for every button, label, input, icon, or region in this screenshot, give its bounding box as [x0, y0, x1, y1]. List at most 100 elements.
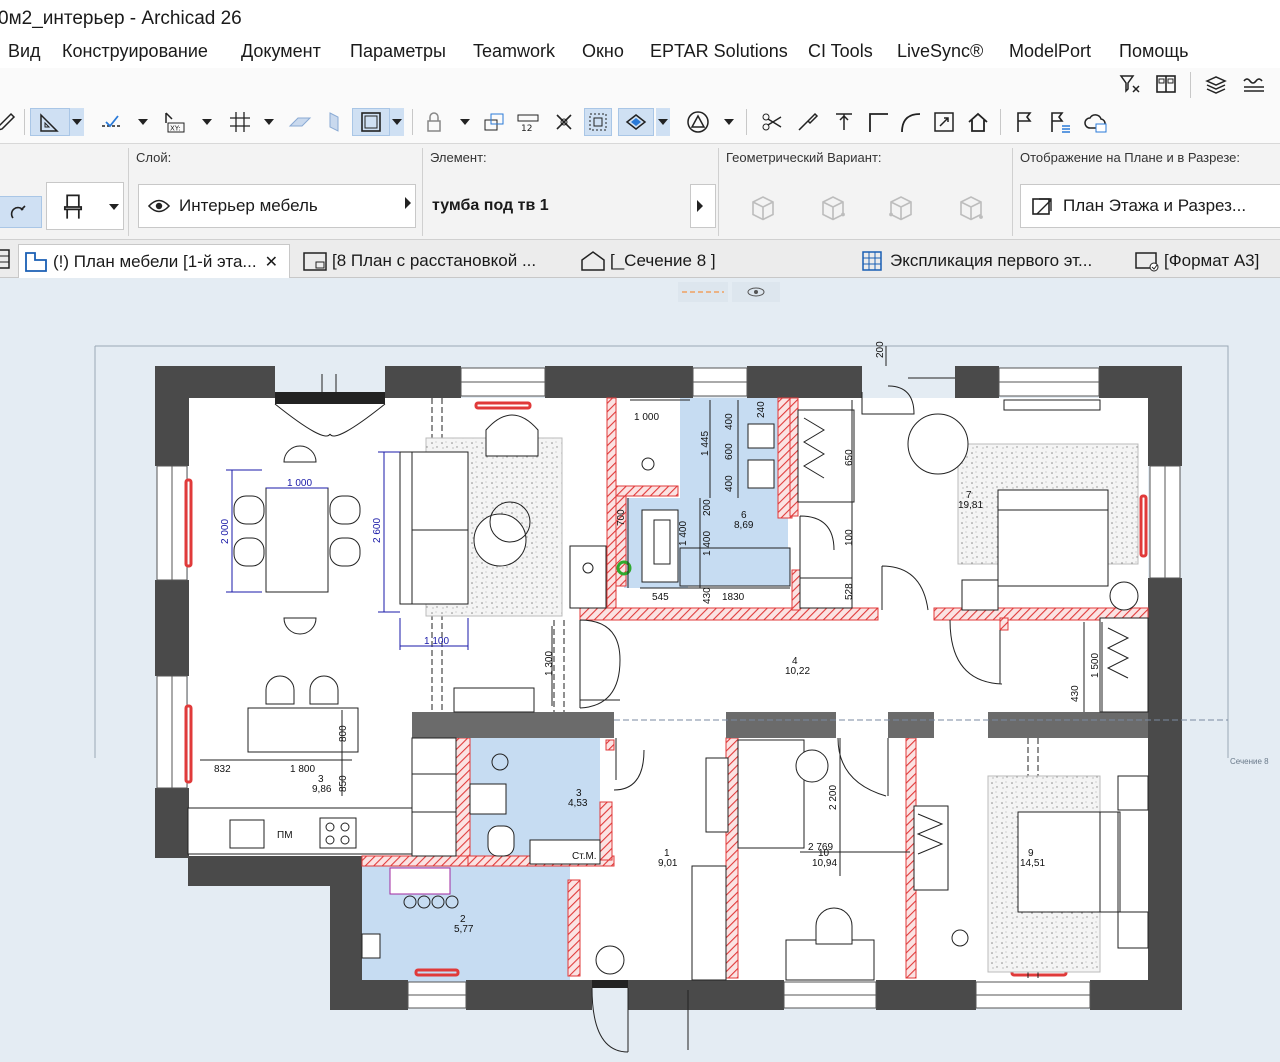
favorites-icon[interactable]	[0, 196, 42, 228]
room-9-area: 14,51	[1020, 858, 1045, 869]
cloud-icon[interactable]	[1082, 108, 1110, 136]
internal-walls	[412, 712, 1148, 738]
bidet[interactable]	[747, 459, 775, 489]
tab-section[interactable]: [_Сечение 8 ]	[576, 244, 846, 278]
menu-modelport[interactable]: ModelPort	[1009, 41, 1091, 62]
double-bed-1[interactable]	[997, 489, 1109, 587]
washer-label: Ст.М.	[572, 851, 597, 862]
geometry-corner-icon[interactable]	[954, 190, 988, 224]
guide-lines-icon[interactable]	[30, 108, 70, 136]
offset-icon[interactable]	[830, 108, 858, 136]
cooktop[interactable]	[319, 817, 357, 849]
element-name-next[interactable]	[690, 184, 716, 228]
layers-icon[interactable]	[1202, 70, 1230, 98]
close-icon[interactable]: ✕	[265, 252, 278, 272]
pencil-icon[interactable]	[0, 108, 20, 136]
tab-layout-plan[interactable]: [8 План с расстановкой ...	[298, 244, 562, 278]
lock-icon[interactable]	[420, 108, 448, 136]
marquee-icon[interactable]	[352, 108, 390, 136]
room-3-area: 9,86	[312, 784, 332, 795]
guide-lines-dropdown[interactable]	[70, 108, 84, 136]
menu-view[interactable]: Вид	[8, 41, 41, 62]
group-icon[interactable]	[584, 108, 612, 136]
tab-format-a3[interactable]: [Формат А3]	[1130, 244, 1280, 278]
trace-icon[interactable]	[480, 108, 508, 136]
display-label: Отображение на Плане и в Разрезе:	[1020, 150, 1240, 165]
floor-plan-drawing[interactable]: 1 000 2 000 2 600 1 100 ПМ Ст.М. 200 1 0…	[0, 278, 1280, 1062]
flag-icon[interactable]	[1010, 108, 1038, 136]
view-toggle[interactable]	[678, 282, 780, 302]
waves-icon[interactable]	[1240, 70, 1268, 98]
cross-icon[interactable]	[550, 108, 578, 136]
section-marker[interactable]: Сечение 8	[1230, 757, 1269, 766]
vertical-plane-icon[interactable]	[320, 108, 348, 136]
triangle-circle-dropdown[interactable]	[722, 108, 736, 136]
menu-options[interactable]: Параметры	[350, 41, 446, 62]
tab-furniture-plan[interactable]: (!) План мебели [1-й эта... ✕	[18, 244, 290, 278]
sofa-bed[interactable]	[737, 739, 805, 849]
armchair-round[interactable]	[907, 413, 969, 475]
panels-icon[interactable]	[1152, 70, 1180, 98]
coordinates-icon[interactable]: XY:	[160, 108, 188, 136]
flag-list-icon[interactable]	[1046, 108, 1074, 136]
dishwasher-label: ПМ	[277, 830, 293, 841]
sofa[interactable]	[399, 451, 469, 605]
geometry-slant-icon[interactable]	[884, 190, 918, 224]
tab-schedule[interactable]: Экспликация первого эт...	[856, 244, 1126, 278]
grid-snap-dropdown[interactable]	[262, 108, 276, 136]
menu-livesync[interactable]: LiveSync®	[897, 41, 983, 62]
corner-icon[interactable]	[864, 108, 892, 136]
triangle-circle-icon[interactable]	[684, 108, 712, 136]
resize-icon[interactable]	[930, 108, 958, 136]
filter-icon[interactable]	[1116, 70, 1144, 98]
plan-canvas[interactable]: 1 000 2 000 2 600 1 100 ПМ Ст.М. 200 1 0…	[0, 278, 1280, 1062]
layer-field[interactable]: Интерьер мебель	[138, 184, 416, 228]
lock-dropdown[interactable]	[458, 108, 472, 136]
snap-icon[interactable]	[98, 108, 126, 136]
kitchen-sink[interactable]	[229, 819, 265, 849]
kitchen-counter[interactable]	[187, 807, 413, 855]
marquee-dropdown[interactable]	[390, 108, 404, 136]
geometry-diagonal-icon[interactable]	[816, 190, 850, 224]
measure-icon[interactable]: 12	[514, 108, 542, 136]
display-field[interactable]: План Этажа и Разрез...	[1020, 184, 1280, 228]
selection-dropdown[interactable]	[656, 108, 670, 136]
house-icon[interactable]	[964, 108, 992, 136]
geometry-label: Геометрический Вариант:	[726, 150, 882, 165]
room-1-area: 9,01	[658, 858, 678, 869]
room-10-area: 10,94	[812, 858, 837, 869]
menu-design[interactable]: Конструирование	[62, 41, 208, 62]
geometry-box-icon[interactable]	[746, 190, 780, 224]
coordinates-dropdown[interactable]	[200, 108, 214, 136]
adjust-icon[interactable]	[794, 108, 822, 136]
menu-help[interactable]: Помощь	[1119, 41, 1189, 62]
snap-dropdown[interactable]	[136, 108, 150, 136]
element-type-box[interactable]	[46, 182, 124, 230]
menu-document[interactable]: Документ	[241, 41, 321, 62]
laundry-shelf	[389, 867, 451, 895]
menu-teamwork[interactable]: Teamwork	[473, 41, 555, 62]
selection-icon[interactable]	[618, 108, 654, 136]
dim-1830: 1830	[722, 592, 745, 603]
menu-ci-tools[interactable]: CI Tools	[808, 41, 873, 62]
plane-icon[interactable]	[286, 108, 314, 136]
guest-toilet[interactable]	[487, 825, 515, 857]
desk[interactable]	[785, 939, 875, 981]
tabs-list-icon[interactable]	[0, 248, 12, 275]
menu-window[interactable]: Окно	[582, 41, 624, 62]
grid-snap-icon[interactable]	[226, 108, 254, 136]
sideboard	[453, 687, 535, 713]
menu-eptar[interactable]: EPTAR Solutions	[650, 41, 788, 62]
element-name-field[interactable]: тумба под тв 1	[424, 184, 690, 228]
fridge-column	[411, 737, 457, 857]
scissors-icon[interactable]	[758, 108, 786, 136]
fillet-icon[interactable]	[896, 108, 924, 136]
tv-stand-tumba[interactable]	[705, 757, 729, 833]
cabinet	[569, 545, 607, 609]
sheet-icon	[1135, 252, 1159, 272]
toilet[interactable]	[747, 423, 775, 449]
dim-2200: 2 200	[828, 785, 839, 810]
element-type-dropdown[interactable]	[107, 193, 121, 221]
washbasin-unit	[641, 509, 679, 583]
dining-table[interactable]	[265, 487, 329, 593]
